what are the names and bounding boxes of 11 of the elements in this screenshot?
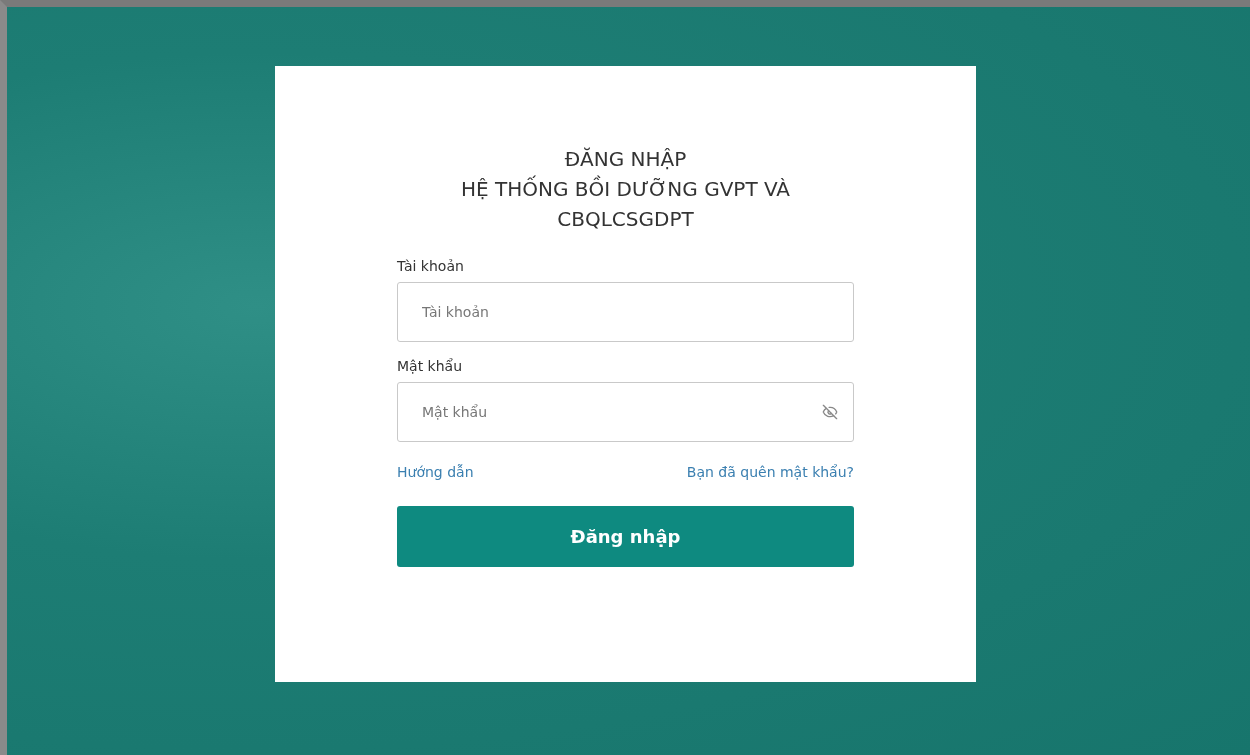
login-title: HỆ THỐNG BỒI DƯỠNG GVPT VÀ <box>459 174 792 203</box>
eye-off-icon[interactable] <box>822 404 838 420</box>
login-button[interactable]: Đăng nhập <box>397 506 854 567</box>
login-title: CBQLCSGDPT <box>556 206 695 233</box>
login-title: ĐĂNG NHẬP <box>563 146 688 173</box>
guide-link[interactable]: Hướng dẫn <box>397 464 474 480</box>
username-field[interactable]: Tài khoản <box>397 282 854 342</box>
forgot-password-link[interactable]: Bạn đã quên mật khẩu? <box>686 464 854 480</box>
field-label: Tài khoản <box>397 258 465 274</box>
password-field[interactable]: Mật khẩu <box>397 382 854 442</box>
field-label: Mật khẩu <box>397 358 464 374</box>
